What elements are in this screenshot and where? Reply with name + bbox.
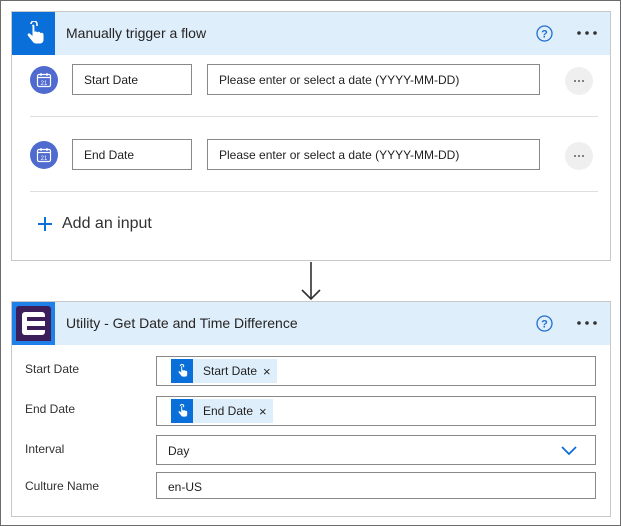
trigger-input-row: 21 End Date Please enter or select a dat… xyxy=(12,139,610,171)
start-date-field[interactable]: Start Date × xyxy=(156,356,596,386)
action-title: Utility - Get Date and Time Difference xyxy=(66,315,298,331)
trigger-card-header[interactable]: Manually trigger a flow ? xyxy=(12,12,610,55)
divider xyxy=(30,191,598,192)
interval-value: Day xyxy=(168,444,190,458)
culture-name-field[interactable]: en-US xyxy=(156,472,596,499)
token-label: End Date xyxy=(203,404,254,418)
touch-hand-icon xyxy=(12,12,55,55)
calendar-icon: 21 xyxy=(30,66,58,94)
flow-designer-canvas: Manually trigger a flow ? 21 Start Date … xyxy=(0,0,621,526)
param-label-interval: Interval xyxy=(25,442,65,456)
chevron-down-icon[interactable] xyxy=(561,444,577,456)
action-card-header[interactable]: Utility - Get Date and Time Difference ? xyxy=(12,302,610,345)
dynamic-content-token[interactable]: End Date × xyxy=(171,399,273,423)
divider xyxy=(30,116,598,117)
touch-hand-icon xyxy=(171,359,193,383)
action-card: Utility - Get Date and Time Difference ?… xyxy=(11,301,611,517)
interval-dropdown[interactable]: Day xyxy=(156,435,596,465)
add-input-button[interactable]: Add an input xyxy=(38,212,152,236)
input-name-field[interactable]: End Date xyxy=(72,139,192,170)
more-options-icon[interactable] xyxy=(575,24,599,42)
help-icon[interactable]: ? xyxy=(536,315,553,332)
trigger-input-row: 21 Start Date Please enter or select a d… xyxy=(12,64,610,96)
add-input-label: Add an input xyxy=(62,215,152,232)
more-options-icon[interactable] xyxy=(565,67,593,95)
dynamic-content-token[interactable]: Start Date × xyxy=(171,359,277,383)
param-label-culture-name: Culture Name xyxy=(25,479,100,493)
input-value-field[interactable]: Please enter or select a date (YYYY-MM-D… xyxy=(207,64,540,95)
param-label-end-date: End Date xyxy=(25,402,76,416)
svg-text:?: ? xyxy=(541,319,548,331)
input-name-field[interactable]: Start Date xyxy=(72,64,192,95)
trigger-title: Manually trigger a flow xyxy=(66,25,207,41)
token-label: Start Date xyxy=(203,364,258,378)
end-date-field[interactable]: End Date × xyxy=(156,396,596,426)
param-label-start-date: Start Date xyxy=(25,362,80,376)
remove-token-icon[interactable]: × xyxy=(259,405,267,418)
svg-text:21: 21 xyxy=(41,81,48,87)
svg-text:?: ? xyxy=(541,29,548,41)
input-value-field[interactable]: Please enter or select a date (YYYY-MM-D… xyxy=(207,139,540,170)
calendar-icon: 21 xyxy=(30,141,58,169)
svg-text:21: 21 xyxy=(41,156,48,162)
touch-hand-icon xyxy=(171,399,193,423)
trigger-card: Manually trigger a flow ? 21 Start Date … xyxy=(11,11,611,261)
down-arrow-icon xyxy=(301,262,321,301)
remove-token-icon[interactable]: × xyxy=(263,365,271,378)
plus-icon xyxy=(38,217,52,231)
more-options-icon[interactable] xyxy=(575,314,599,332)
culture-name-value: en-US xyxy=(168,480,203,494)
help-icon[interactable]: ? xyxy=(536,25,553,42)
more-options-icon[interactable] xyxy=(565,142,593,170)
utility-connector-icon xyxy=(12,302,55,345)
